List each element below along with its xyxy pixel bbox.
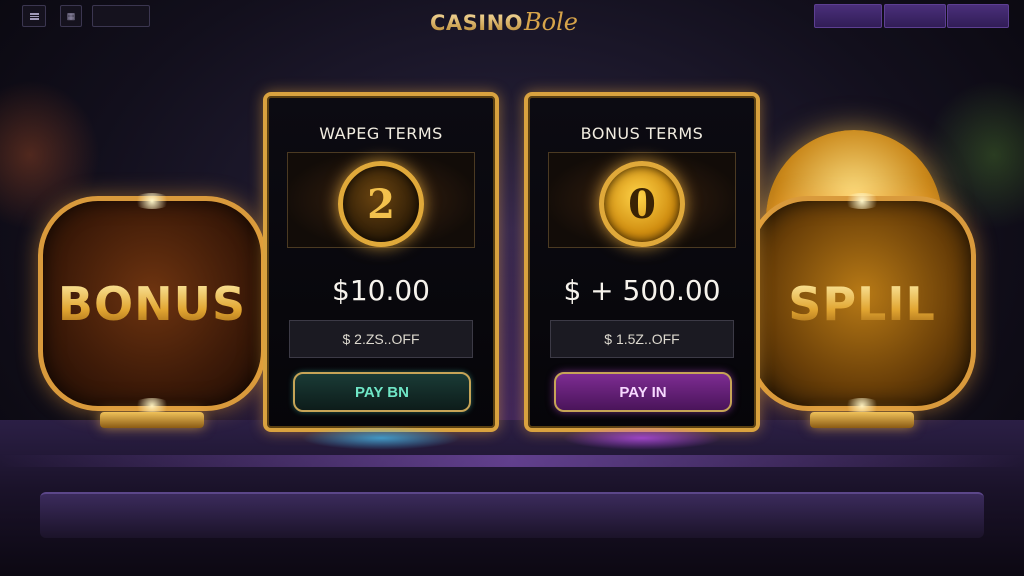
pay-button[interactable]: PAY BN: [293, 372, 471, 412]
grid-icon: ▦: [66, 10, 76, 21]
card-title: WAPEG TERMS: [319, 124, 443, 143]
badge-pedestal: [100, 412, 204, 428]
casino-logo[interactable]: CASINO Bole: [430, 8, 578, 40]
card-amount: $10.00: [332, 274, 430, 307]
bonus-badge-label: BONUS: [57, 276, 247, 331]
split-badge-label: SPLIL: [788, 276, 936, 331]
logo-script-text: Bole: [524, 8, 578, 36]
card-glow: [562, 426, 722, 450]
stage-front-panel: [40, 492, 984, 538]
sparkle-icon: [842, 193, 882, 209]
grid-button[interactable]: ▦: [60, 5, 82, 27]
card-title: BONUS TERMS: [580, 124, 704, 143]
card-glow: [301, 426, 461, 450]
sparkle-icon: [132, 193, 172, 209]
menu-icon: [29, 12, 39, 20]
medal-number: 0: [628, 180, 656, 228]
discount-field: $ 1.5Z..OFF: [550, 320, 734, 358]
medal-number: 2: [367, 180, 395, 228]
medal-frame: 0: [548, 152, 736, 248]
top-right-button-2[interactable]: [884, 4, 946, 28]
discount-field: $ 2.ZS..OFF: [289, 320, 473, 358]
top-right-button-3[interactable]: [947, 4, 1009, 28]
medal-frame: 2: [287, 152, 475, 248]
top-left-button[interactable]: [92, 5, 150, 27]
bonus-badge[interactable]: BONUS: [38, 193, 266, 428]
split-badge[interactable]: SPLIL: [748, 193, 976, 428]
top-right-button-1[interactable]: [814, 4, 882, 28]
medal-icon: 2: [338, 161, 424, 247]
bonus-terms-card: BONUS TERMS 0 $ + 500.00 $ 1.5Z..OFF PAY…: [524, 92, 760, 450]
wager-terms-card: WAPEG TERMS 2 $10.00 $ 2.ZS..OFF PAY BN: [263, 92, 499, 450]
top-bar: ▦ CASINO Bole: [0, 0, 1024, 36]
pay-in-button[interactable]: PAY IN: [554, 372, 732, 412]
medal-icon: 0: [599, 161, 685, 247]
badge-pedestal: [810, 412, 914, 428]
menu-button[interactable]: [22, 5, 46, 27]
stage-rim-light: [0, 455, 1024, 467]
logo-main-text: CASINO: [430, 11, 524, 35]
card-amount: $ + 500.00: [563, 274, 721, 307]
